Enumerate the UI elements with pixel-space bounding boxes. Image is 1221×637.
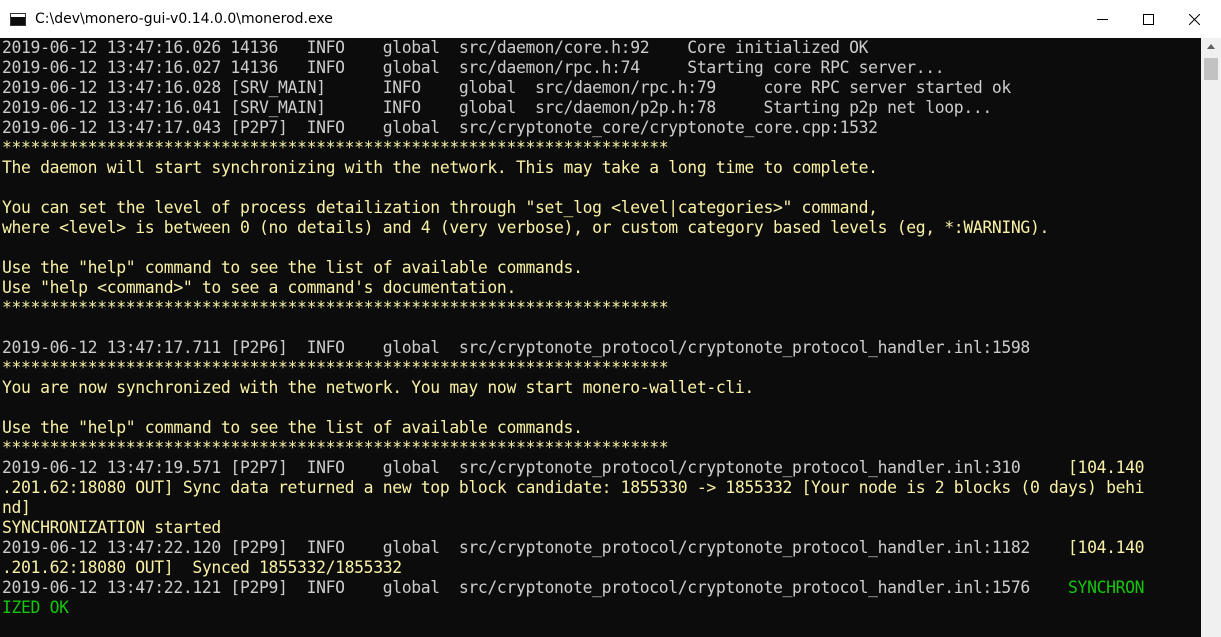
maximize-icon [1142, 13, 1154, 25]
console-line-segment: 2019-06-12 13:47:17.711 [P2P6] INFO glob… [2, 338, 1030, 357]
vertical-scrollbar[interactable] [1201, 38, 1221, 637]
console-line-segment: 2019-06-12 13:47:22.120 [P2P9] INFO glob… [2, 538, 1069, 557]
console-line: 2019-06-12 13:47:16.041 [SRV_MAIN] INFO … [2, 98, 992, 118]
console-line: ****************************************… [2, 138, 669, 158]
console-line-segment: You can set the level of process detaili… [2, 198, 878, 217]
console-line: IZED OK [2, 598, 69, 618]
console-line-segment: 2019-06-12 13:47:19.571 [P2P7] INFO glob… [2, 458, 1069, 477]
console-line-segment: where <level> is between 0 (no details) … [2, 218, 1049, 237]
console-line-segment: ****************************************… [2, 438, 669, 457]
console-line: 2019-06-12 13:47:22.120 [P2P9] INFO glob… [2, 538, 1145, 558]
console-line: 2019-06-12 13:47:17.711 [P2P6] INFO glob… [2, 338, 1030, 358]
console-line: ****************************************… [2, 298, 669, 318]
console-line: ****************************************… [2, 358, 669, 378]
console-line: 2019-06-12 13:47:22.121 [P2P9] INFO glob… [2, 578, 1145, 598]
console-app-icon[interactable] [10, 12, 26, 26]
console-line-segment: You are now synchronized with the networ… [2, 378, 754, 397]
console-line: 2019-06-12 13:47:16.028 [SRV_MAIN] INFO … [2, 78, 1011, 98]
minimize-button[interactable] [1079, 0, 1125, 38]
console-line-segment: [104.140 [1068, 538, 1145, 557]
console-line-segment: 2019-06-12 13:47:16.028 [SRV_MAIN] INFO … [2, 78, 1011, 97]
console-line-segment: 2019-06-12 13:47:16.026 14136 INFO globa… [2, 38, 869, 57]
console-output[interactable]: 2019-06-12 13:47:16.026 14136 INFO globa… [0, 38, 1201, 637]
console-line-segment: .201.62:18080 OUT] Synced 1855332/185533… [2, 558, 402, 577]
window-title: C:\dev\monero-gui-v0.14.0.0\monerod.exe [35, 11, 333, 27]
console-line-segment: SYNCHRONIZATION started [2, 518, 221, 537]
console-line-segment: 2019-06-12 13:47:22.121 [P2P9] INFO glob… [2, 578, 1069, 597]
console-line: .201.62:18080 OUT] Sync data returned a … [2, 478, 1145, 498]
minimize-icon [1096, 18, 1108, 20]
console-line: 2019-06-12 13:47:16.026 14136 INFO globa… [2, 38, 868, 58]
scroll-up-arrow-icon [1207, 44, 1215, 49]
close-icon [1188, 13, 1200, 25]
maximize-button[interactable] [1125, 0, 1171, 38]
console-line: Use "help <command>" to see a command's … [2, 278, 516, 298]
console-line-segment: Use the "help" command to see the list o… [2, 418, 583, 437]
console-line-segment: 2019-06-12 13:47:16.027 14136 INFO globa… [2, 58, 945, 77]
scroll-thumb[interactable] [1204, 58, 1218, 80]
console-line-segment: 2019-06-12 13:47:17.043 [P2P7] INFO glob… [2, 118, 878, 137]
console-line-segment: IZED OK [2, 598, 69, 617]
console-line-segment: .201.62:18080 OUT] Sync data returned a … [2, 478, 1145, 497]
console-line: Use the "help" command to see the list o… [2, 258, 583, 278]
console-line: where <level> is between 0 (no details) … [2, 218, 1049, 238]
console-line-segment: [104.140 [1068, 458, 1145, 477]
console-line: 2019-06-12 13:47:16.027 14136 INFO globa… [2, 58, 945, 78]
console-line: You are now synchronized with the networ… [2, 378, 754, 398]
console-line-segment: ****************************************… [2, 358, 669, 377]
console-line: .201.62:18080 OUT] Synced 1855332/185533… [2, 558, 402, 578]
console-line-segment: SYNCHRON [1068, 578, 1145, 597]
console-line: Use the "help" command to see the list o… [2, 418, 583, 438]
console-line: ****************************************… [2, 438, 669, 458]
console-window: C:\dev\monero-gui-v0.14.0.0\monerod.exe … [0, 0, 1221, 637]
close-button[interactable] [1171, 0, 1217, 38]
console-line: The daemon will start synchronizing with… [2, 158, 878, 178]
console-line-segment: 2019-06-12 13:47:16.041 [SRV_MAIN] INFO … [2, 98, 992, 117]
console-line-segment: ****************************************… [2, 298, 669, 317]
console-line: You can set the level of process detaili… [2, 198, 878, 218]
console-line-segment: ****************************************… [2, 138, 669, 157]
console-line-segment: Use the "help" command to see the list o… [2, 258, 583, 277]
console-line: nd] [2, 498, 31, 518]
window-controls [1079, 0, 1217, 38]
title-bar[interactable]: C:\dev\monero-gui-v0.14.0.0\monerod.exe [0, 0, 1221, 38]
console-line: 2019-06-12 13:47:17.043 [P2P7] INFO glob… [2, 118, 878, 138]
console-line-segment: The daemon will start synchronizing with… [2, 158, 878, 177]
console-line-segment: nd] [2, 498, 31, 517]
scroll-up-button[interactable] [1201, 38, 1221, 55]
console-line-segment: Use "help <command>" to see a command's … [2, 278, 516, 297]
console-line: 2019-06-12 13:47:19.571 [P2P7] INFO glob… [2, 458, 1145, 478]
console-line: SYNCHRONIZATION started [2, 518, 221, 538]
